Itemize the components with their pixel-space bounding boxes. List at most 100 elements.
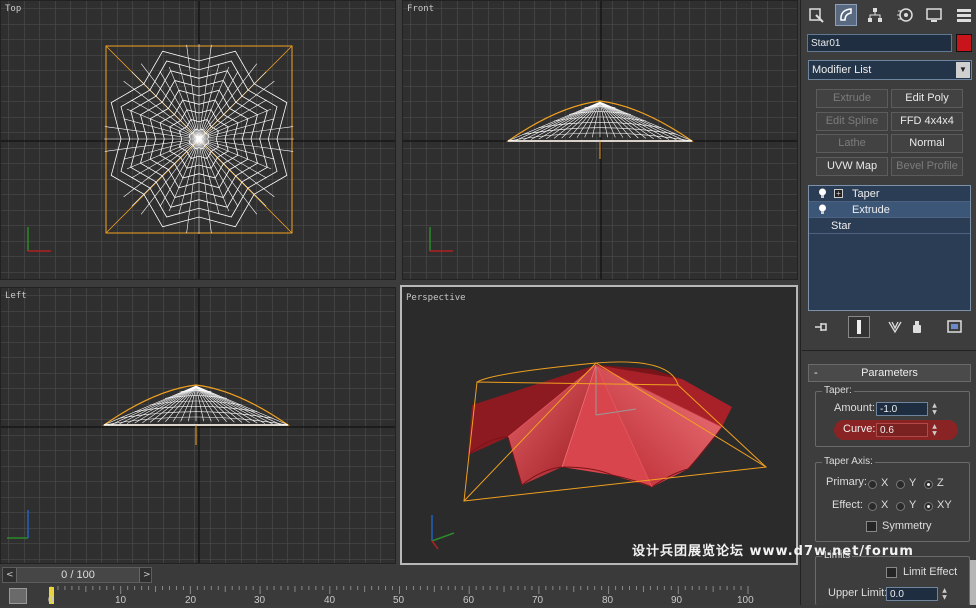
upper-limit-label: Upper Limit: bbox=[828, 587, 888, 599]
perspective-viewport-canvas[interactable] bbox=[402, 287, 798, 565]
tick-label: 20 bbox=[185, 595, 197, 606]
show-end-result-icon bbox=[857, 320, 861, 334]
show-end-result-button[interactable] bbox=[848, 316, 870, 338]
front-umbrella-wireframe bbox=[506, 100, 694, 142]
modifier-button-uvw-map[interactable]: UVW Map bbox=[816, 157, 888, 176]
upper-limit-spinner[interactable] bbox=[886, 587, 938, 601]
modifier-button-edit-poly[interactable]: Edit Poly bbox=[891, 89, 963, 108]
effect-x-radio[interactable] bbox=[868, 502, 877, 511]
command-panel-tabs bbox=[805, 4, 975, 28]
display-tab[interactable] bbox=[923, 4, 945, 26]
panel-separator bbox=[802, 350, 976, 351]
lightbulb-icon[interactable] bbox=[818, 204, 827, 215]
configure-sets-button[interactable] bbox=[944, 316, 966, 338]
effect-x-label: X bbox=[881, 499, 889, 511]
viewport-label-front[interactable]: Front bbox=[407, 4, 434, 14]
upper-limit-spinner-arrows[interactable]: ▲ ▼ bbox=[940, 587, 949, 601]
viewport-label-top[interactable]: Top bbox=[5, 4, 21, 14]
primary-y-radio[interactable] bbox=[896, 480, 905, 489]
left-umbrella-wireframe bbox=[102, 384, 290, 426]
wire-spoke bbox=[198, 71, 267, 140]
stack-item-label: Taper bbox=[852, 188, 880, 200]
modifier-button-label: Normal bbox=[909, 137, 945, 149]
profile-rib bbox=[599, 101, 662, 140]
amount-spinner-arrows[interactable]: ▲ ▼ bbox=[930, 402, 939, 416]
track-bar-ticks bbox=[50, 586, 749, 594]
tick-label: 80 bbox=[602, 595, 614, 606]
stack-item-taper[interactable]: + Taper bbox=[809, 186, 970, 202]
make-unique-button[interactable] bbox=[884, 316, 906, 338]
viewport-label-perspective[interactable]: Perspective bbox=[406, 293, 466, 303]
profile-rib bbox=[538, 101, 601, 140]
viewport-label-left[interactable]: Left bbox=[5, 291, 27, 301]
effect-xy-radio[interactable] bbox=[924, 502, 933, 511]
modify-icon bbox=[839, 8, 852, 21]
top-viewport[interactable]: Top bbox=[0, 0, 396, 280]
modifier-button-lathe[interactable]: Lathe bbox=[816, 134, 888, 153]
time-slider[interactable]: < 0 / 100 > bbox=[2, 567, 152, 583]
modifier-button-extrude[interactable]: Extrude bbox=[816, 89, 888, 108]
primary-z-label: Z bbox=[937, 477, 944, 489]
watermark-text: 设计兵团展览论坛 www.d7w.net/forum bbox=[632, 544, 914, 559]
modifier-stack[interactable]: + Taper Extrude Star bbox=[808, 185, 971, 311]
hierarchy-tab[interactable] bbox=[864, 4, 886, 26]
perspective-viewport[interactable]: Perspective bbox=[400, 285, 798, 565]
utilities-icon bbox=[956, 9, 971, 22]
amount-spinner[interactable] bbox=[876, 402, 928, 416]
utilities-tab[interactable] bbox=[953, 4, 975, 26]
tick-label: 10 bbox=[115, 595, 127, 606]
create-tab[interactable] bbox=[805, 4, 827, 26]
left-viewport-canvas[interactable] bbox=[1, 288, 396, 564]
parameters-rollout-header[interactable]: - Parameters bbox=[808, 364, 971, 382]
stack-toolbar bbox=[808, 316, 971, 338]
remove-modifier-icon bbox=[913, 321, 921, 333]
front-viewport-canvas[interactable] bbox=[403, 1, 798, 280]
primary-y-label: Y bbox=[909, 477, 917, 489]
modifier-button-label: Lathe bbox=[838, 137, 866, 149]
left-axis-tripod bbox=[7, 510, 29, 539]
remove-modifier-button[interactable] bbox=[906, 316, 928, 338]
time-slider-thumb[interactable]: 0 / 100 bbox=[16, 568, 140, 582]
modifier-list-dropdown[interactable]: Modifier List ▼ bbox=[808, 60, 972, 80]
modifier-button-bevel-profile[interactable]: Bevel Profile bbox=[891, 157, 963, 176]
pin-stack-icon bbox=[815, 323, 827, 331]
tick-label: 30 bbox=[254, 595, 266, 606]
symmetry-checkbox[interactable] bbox=[866, 521, 877, 532]
left-axis-lines bbox=[1, 288, 395, 563]
primary-z-radio[interactable] bbox=[924, 480, 933, 489]
chevron-down-icon[interactable]: ▼ bbox=[956, 62, 970, 78]
perspective-axis-tripod bbox=[431, 515, 455, 550]
left-viewport[interactable]: Left bbox=[0, 287, 396, 564]
effect-y-radio[interactable] bbox=[896, 502, 905, 511]
motion-tab[interactable] bbox=[894, 4, 916, 26]
primary-label: Primary: bbox=[826, 476, 867, 488]
frame-display: 0 / 100 bbox=[61, 569, 95, 581]
object-name-field[interactable] bbox=[807, 34, 952, 52]
next-frame-icon[interactable]: > bbox=[143, 568, 151, 582]
tick-label: 90 bbox=[671, 595, 683, 606]
modifier-button-ffd[interactable]: FFD 4x4x4 bbox=[891, 112, 963, 131]
key-filter-icon[interactable] bbox=[9, 588, 27, 604]
lightbulb-icon[interactable] bbox=[818, 188, 827, 199]
prev-frame-icon[interactable]: < bbox=[6, 568, 14, 582]
curve-spinner[interactable] bbox=[876, 423, 928, 437]
modifier-button-edit-spline[interactable]: Edit Spline bbox=[816, 112, 888, 131]
expand-icon[interactable]: + bbox=[834, 189, 843, 198]
stack-item-label: Extrude bbox=[852, 204, 890, 216]
pin-stack-button[interactable] bbox=[810, 316, 832, 338]
stack-item-star[interactable]: Star bbox=[809, 218, 970, 234]
object-color-swatch[interactable] bbox=[956, 34, 972, 52]
limit-effect-checkbox[interactable] bbox=[886, 567, 897, 578]
track-bar[interactable]: 0 10 20 30 40 50 60 70 80 90 100 bbox=[40, 586, 800, 606]
top-viewport-canvas[interactable] bbox=[1, 1, 396, 280]
effect-label: Effect: bbox=[832, 499, 863, 511]
profile-rib bbox=[195, 385, 258, 424]
stack-item-extrude[interactable]: Extrude bbox=[809, 202, 970, 218]
front-viewport[interactable]: Front bbox=[402, 0, 798, 280]
modify-tab[interactable] bbox=[834, 4, 857, 26]
panel-scrollbar[interactable] bbox=[970, 560, 976, 605]
taper-group-label: Taper: bbox=[822, 385, 854, 396]
primary-x-radio[interactable] bbox=[868, 480, 877, 489]
curve-spinner-arrows[interactable]: ▲ ▼ bbox=[930, 423, 939, 437]
modifier-button-normal[interactable]: Normal bbox=[891, 134, 963, 153]
